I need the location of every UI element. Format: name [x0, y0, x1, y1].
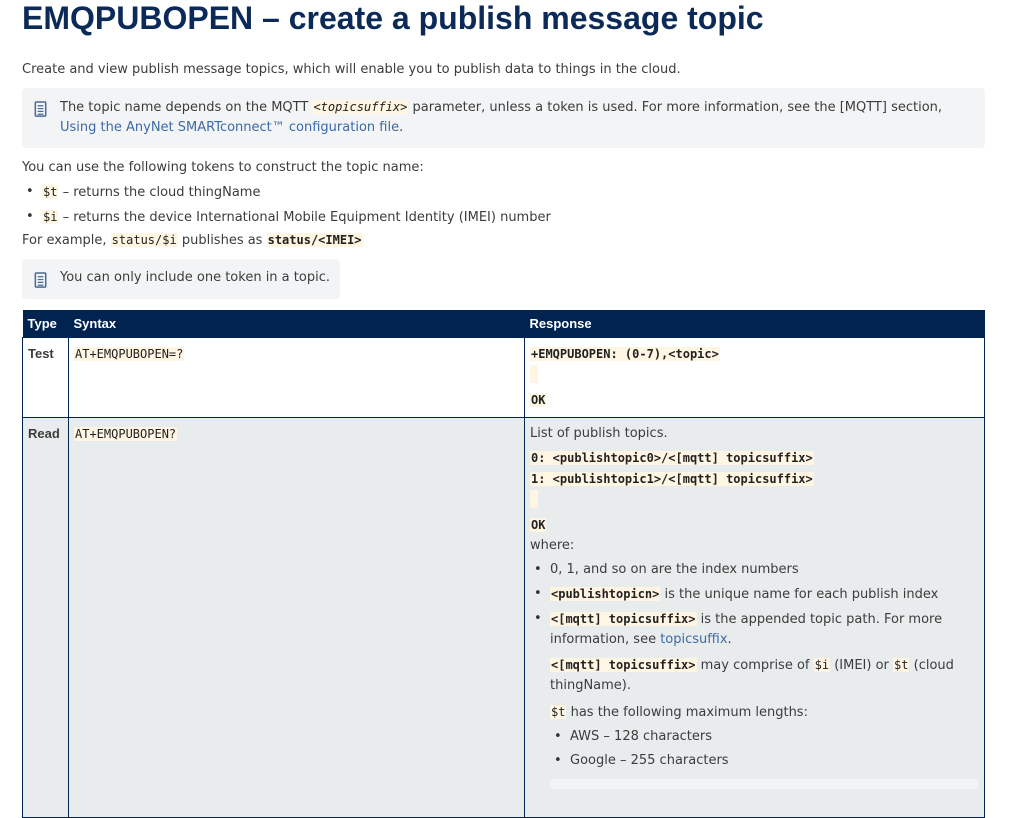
cell-type: Test — [22, 336, 69, 418]
example-text: For example, status/$i publishes as stat… — [22, 230, 985, 251]
response-code: +EMQPUBOPEN: (0-7),<topic> — [530, 346, 720, 361]
list-item: $t – returns the cloud thingName — [22, 180, 985, 205]
length-list: AWS – 128 characters Google – 255 charac… — [550, 725, 979, 773]
code: $t — [893, 657, 910, 672]
note-text: You can only include one token in a topi… — [60, 270, 330, 285]
list-item: AWS – 128 characters — [550, 725, 979, 749]
intro-text: Create and view publish message topics, … — [22, 62, 681, 77]
token-code: $t — [42, 185, 59, 199]
cell-syntax: AT+EMQPUBOPEN? — [68, 416, 525, 818]
list-item: 0, 1, and so on are the index numbers — [530, 558, 979, 582]
header-type: Type — [22, 310, 69, 337]
length-text: $t has the following maximum lengths: — [550, 702, 979, 723]
list-item: <[mqtt] topicsuffix> is the appended top… — [530, 607, 979, 650]
text: (IMEI) or — [830, 657, 894, 673]
note-icon — [34, 272, 47, 288]
code: status/<IMEI> — [266, 233, 363, 247]
where-text: where: — [530, 537, 575, 553]
text: publishes as — [177, 233, 267, 248]
cell-response: List of publish topics. 0: <publishtopic… — [524, 416, 985, 818]
table-row: Test AT+EMQPUBOPEN=? +EMQPUBOPEN: (0-7),… — [22, 336, 985, 418]
table-header: Type Syntax Response — [22, 310, 985, 337]
page-title: EMQPUBOPEN – create a publish message to… — [22, 0, 764, 36]
header-syntax: Syntax — [68, 310, 525, 337]
note-text: . — [399, 120, 404, 135]
code-topicsuffix: <topicsuffix> — [312, 100, 409, 114]
response-ok: OK — [530, 517, 547, 532]
note-box-partial — [550, 778, 979, 789]
code: $i — [813, 657, 831, 672]
topicsuffix-link[interactable]: topicsuffix — [660, 632, 727, 647]
where-list: 0, 1, and so on are the index numbers <p… — [530, 558, 979, 650]
response-ok: OK — [530, 392, 547, 407]
token-code: $i — [42, 210, 59, 224]
list-item: Google – 255 characters — [550, 749, 979, 773]
token-desc: – returns the device International Mobil… — [58, 210, 551, 225]
table-row: Read AT+EMQPUBOPEN? List of publish topi… — [22, 416, 985, 818]
code: <[mqtt] topicsuffix> — [550, 611, 697, 626]
text: . — [727, 631, 732, 647]
page-content: EMQPUBOPEN – create a publish message to… — [22, 0, 985, 818]
note-box-token: You can only include one token in a topi… — [22, 259, 340, 299]
code: status/$i — [110, 233, 178, 247]
code: <[mqtt] topicsuffix> — [550, 657, 697, 672]
response-code: 0: <publishtopic0>/<[mqtt] topicsuffix> — [530, 450, 814, 465]
token-desc: – returns the cloud thingName — [58, 185, 261, 200]
note-box: The topic name depends on the MQTT <topi… — [22, 88, 985, 148]
cell-response: +EMQPUBOPEN: (0-7),<topic> OK — [524, 336, 985, 418]
code: $t — [550, 704, 567, 719]
suffix-text: <[mqtt] topicsuffix> may comprise of $i … — [550, 655, 979, 696]
config-file-link[interactable]: Using the AnyNet SMARTconnect™ configura… — [60, 120, 399, 135]
text: For example, — [22, 233, 111, 248]
cell-type: Read — [22, 416, 69, 818]
note-icon — [34, 101, 47, 117]
tokens-intro: You can use the following tokens to cons… — [22, 160, 424, 175]
code: <publishtopicn> — [550, 586, 661, 601]
header-response: Response — [524, 310, 985, 337]
text: may comprise of — [696, 657, 814, 673]
note-text: parameter, unless a token is used. For m… — [408, 100, 943, 115]
text: has the following maximum lengths: — [566, 704, 808, 720]
note-text: The topic name depends on the MQTT — [60, 100, 313, 115]
response-code: 1: <publishtopic1>/<[mqtt] topicsuffix> — [530, 471, 814, 486]
text: is the unique name for each publish inde… — [660, 586, 939, 602]
list-item: $i – returns the device International Mo… — [22, 205, 985, 230]
list-item: <publishtopicn> is the unique name for e… — [530, 582, 979, 607]
syntax-code: AT+EMQPUBOPEN=? — [74, 346, 185, 361]
syntax-code: AT+EMQPUBOPEN? — [74, 426, 178, 441]
response-text: List of publish topics. — [530, 425, 668, 441]
cell-syntax: AT+EMQPUBOPEN=? — [68, 336, 525, 418]
command-table: Type Syntax Response Test AT+EMQPUBOPEN=… — [22, 310, 985, 818]
token-list: $t – returns the cloud thingName $i – re… — [22, 180, 985, 230]
